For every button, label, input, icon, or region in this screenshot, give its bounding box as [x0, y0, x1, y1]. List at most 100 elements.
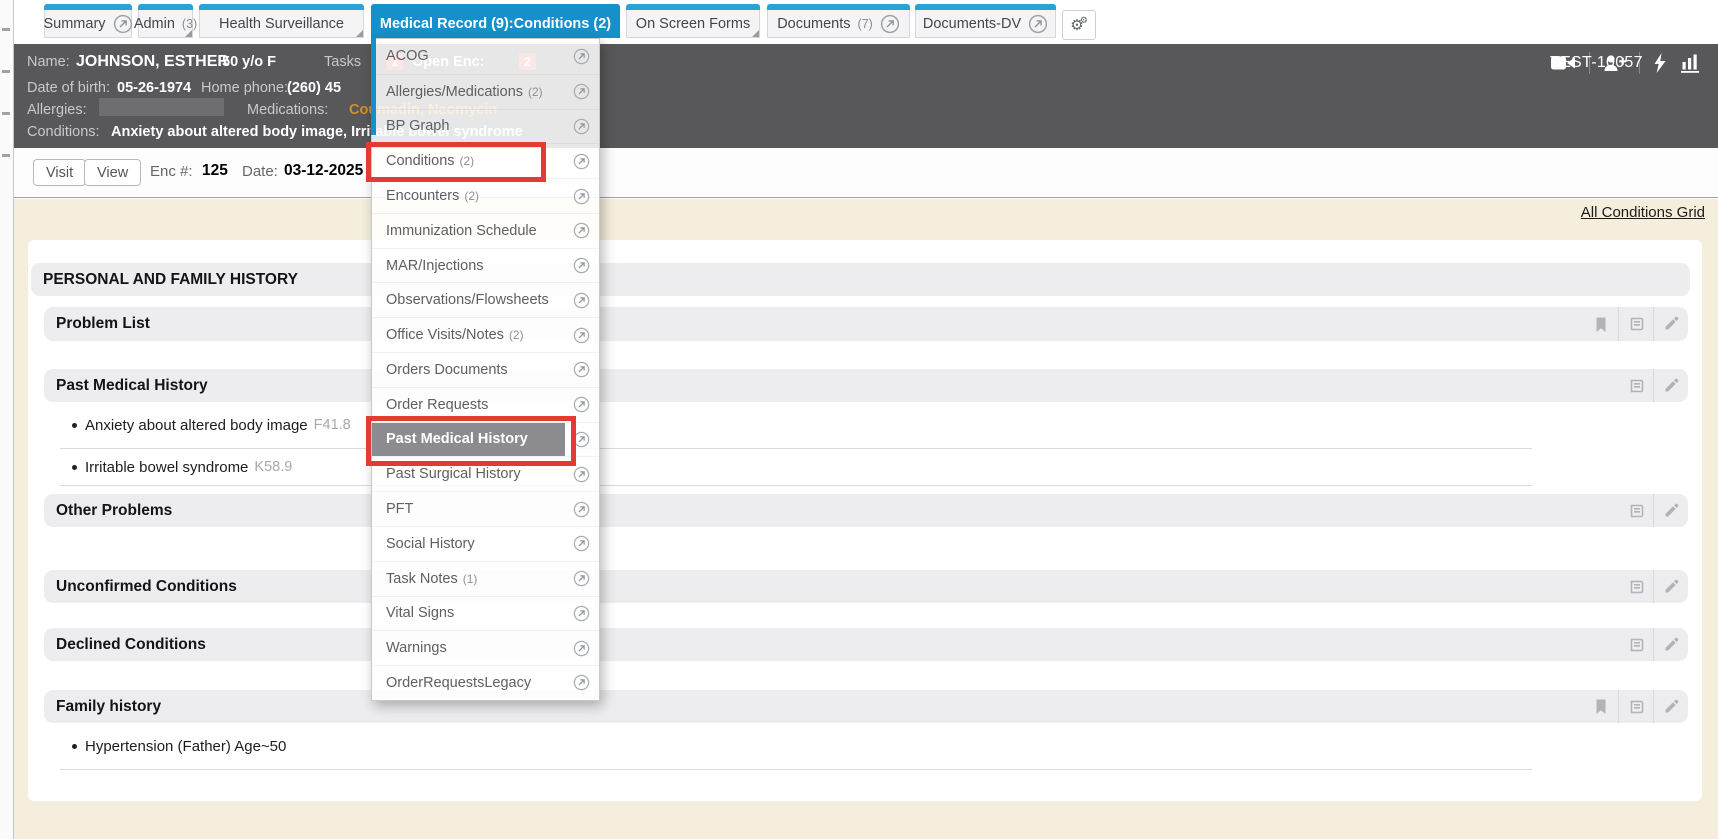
pencil-icon[interactable] — [1653, 690, 1688, 723]
all-conditions-grid-link[interactable]: All Conditions Grid — [1581, 204, 1705, 221]
notebook-icon[interactable] — [1618, 690, 1653, 723]
bookmark-icon[interactable] — [1584, 307, 1618, 341]
external-link-icon[interactable] — [573, 501, 590, 518]
ehr-window: Summary Admin (3) Health Surveillance Me… — [0, 0, 1718, 839]
section-personal-family-history: PERSONAL AND FAMILY HISTORY — [31, 263, 1690, 296]
menu-item-office-visits-notes[interactable]: Office Visits/Notes(2) — [372, 317, 599, 352]
menu-item-vital-signs[interactable]: Vital Signs — [372, 596, 599, 631]
history-card: PERSONAL AND FAMILY HISTORY Problem List — [28, 240, 1702, 801]
allergies-redacted-value — [99, 98, 224, 116]
notebook-icon[interactable] — [1619, 494, 1653, 527]
section-past-medical-history: Past Medical History — [44, 369, 1688, 402]
tab-medical-record[interactable]: Medical Record (9):Conditions (2) — [371, 4, 620, 38]
menu-item-mar-injections[interactable]: MAR/Injections — [372, 248, 599, 283]
condition-row: Anxiety about altered body image F41.8 — [60, 402, 1532, 449]
external-link-icon[interactable] — [573, 292, 590, 309]
dob-label: Date of birth: — [27, 80, 110, 96]
external-link-icon[interactable] — [573, 222, 590, 239]
menu-item-acog[interactable]: ACOG — [372, 39, 599, 74]
notebook-icon[interactable] — [1619, 369, 1653, 402]
menu-item-conditions[interactable]: Conditions(2) — [372, 143, 599, 178]
medical-record-dropdown: ACOG Allergies/Medications(2) BP Graph C… — [371, 38, 600, 701]
menu-item-encounters[interactable]: Encounters(2) — [372, 178, 599, 213]
notebook-icon[interactable] — [1619, 628, 1653, 661]
menu-item-bp-graph[interactable]: BP Graph — [372, 109, 599, 144]
encounter-toolbar: Visit View Enc #: 125 Date: 03-12-2025 — [14, 148, 1718, 198]
lightning-icon[interactable] — [1653, 53, 1667, 73]
menu-item-allergies-medications[interactable]: Allergies/Medications(2) — [372, 74, 599, 109]
tab-documents[interactable]: Documents (7) — [767, 4, 910, 38]
external-link-icon[interactable] — [573, 640, 590, 657]
icd-code: F41.8 — [314, 417, 351, 433]
menu-item-past-surgical-history[interactable]: Past Surgical History — [372, 456, 599, 491]
pencil-icon[interactable] — [1653, 307, 1688, 341]
external-link-icon[interactable] — [573, 188, 590, 205]
pencil-icon[interactable] — [1653, 570, 1688, 603]
external-link-icon[interactable] — [573, 257, 590, 274]
tab-settings-button[interactable]: ⚙⚙ — [1062, 10, 1096, 40]
tab-documents-dv[interactable]: Documents-DV — [915, 4, 1056, 38]
rail-tick — [2, 154, 10, 157]
menu-item-immunization-schedule[interactable]: Immunization Schedule — [372, 213, 599, 248]
section-unconfirmed-conditions: Unconfirmed Conditions — [44, 570, 1688, 603]
bookmark-icon[interactable] — [1584, 690, 1618, 723]
station-id: TEST-10057 — [1550, 54, 1643, 72]
patient-name: JOHNSON, ESTHER — [76, 53, 229, 71]
external-link-icon[interactable] — [573, 570, 590, 587]
condition-row: Irritable bowel syndrome K58.9 — [60, 449, 1532, 486]
active-tab-accent — [371, 38, 376, 135]
date-value: 03-12-2025 — [284, 162, 363, 180]
menu-item-social-history[interactable]: Social History — [372, 526, 599, 561]
pencil-icon[interactable] — [1653, 628, 1688, 661]
external-link-icon[interactable] — [573, 466, 590, 483]
notebook-icon[interactable] — [1618, 307, 1653, 341]
menu-item-warnings[interactable]: Warnings — [372, 630, 599, 665]
external-link-icon[interactable] — [573, 674, 590, 691]
left-panel-rail[interactable] — [0, 0, 14, 839]
section-problem-list: Problem List — [44, 307, 1688, 341]
visit-button[interactable]: Visit — [33, 159, 86, 186]
external-link-icon[interactable] — [573, 118, 590, 135]
menu-item-observations-flowsheets[interactable]: Observations/Flowsheets — [372, 282, 599, 317]
external-link-icon[interactable] — [573, 431, 590, 448]
external-link-icon[interactable] — [113, 14, 133, 34]
section-other-problems: Other Problems — [44, 494, 1688, 527]
menu-item-pft[interactable]: PFT — [372, 491, 599, 526]
external-link-icon[interactable] — [573, 605, 590, 622]
menu-item-task-notes[interactable]: Task Notes(1) — [372, 561, 599, 596]
tab-on-screen-forms[interactable]: On Screen Forms — [626, 4, 760, 38]
menu-item-past-medical-history[interactable]: Past Medical History — [372, 422, 599, 457]
notebook-icon[interactable] — [1619, 570, 1653, 603]
external-link-icon[interactable] — [573, 361, 590, 378]
rail-tick — [2, 112, 10, 115]
external-link-icon[interactable] — [880, 14, 900, 34]
external-link-icon[interactable] — [573, 535, 590, 552]
menu-item-orderrequestslegacy[interactable]: OrderRequestsLegacy — [372, 665, 599, 700]
home-phone-label: Home phone: — [201, 80, 288, 96]
bullet-dot — [72, 465, 77, 470]
external-link-icon[interactable] — [573, 48, 590, 65]
menu-item-orders-documents[interactable]: Orders Documents — [372, 352, 599, 387]
section-family-history: Family history — [44, 690, 1688, 723]
pencil-icon[interactable] — [1653, 369, 1688, 402]
pencil-icon[interactable] — [1653, 494, 1688, 527]
bar-chart-icon[interactable] — [1680, 53, 1700, 73]
external-link-icon[interactable] — [573, 83, 590, 100]
home-phone-value: (260) 45 — [287, 80, 341, 96]
condition-row: Hypertension (Father) Age~50 — [60, 723, 1532, 770]
tab-summary[interactable]: Summary — [44, 4, 132, 38]
external-link-icon[interactable] — [573, 327, 590, 344]
bullet-dot — [72, 423, 77, 428]
icd-code: K58.9 — [254, 459, 292, 475]
allergies-label: Allergies: — [27, 102, 87, 118]
tab-admin[interactable]: Admin (3) — [138, 4, 193, 38]
external-link-icon[interactable] — [1028, 14, 1048, 34]
external-link-icon[interactable] — [573, 153, 590, 170]
menu-item-order-requests[interactable]: Order Requests — [372, 387, 599, 422]
external-link-icon[interactable] — [573, 396, 590, 413]
bullet-dot — [72, 744, 77, 749]
tab-health-surveillance[interactable]: Health Surveillance — [199, 4, 364, 38]
patient-age-sex: 50 y/o F — [222, 54, 276, 70]
enc-number-label: Enc #: — [150, 163, 193, 180]
view-button[interactable]: View — [84, 159, 141, 186]
